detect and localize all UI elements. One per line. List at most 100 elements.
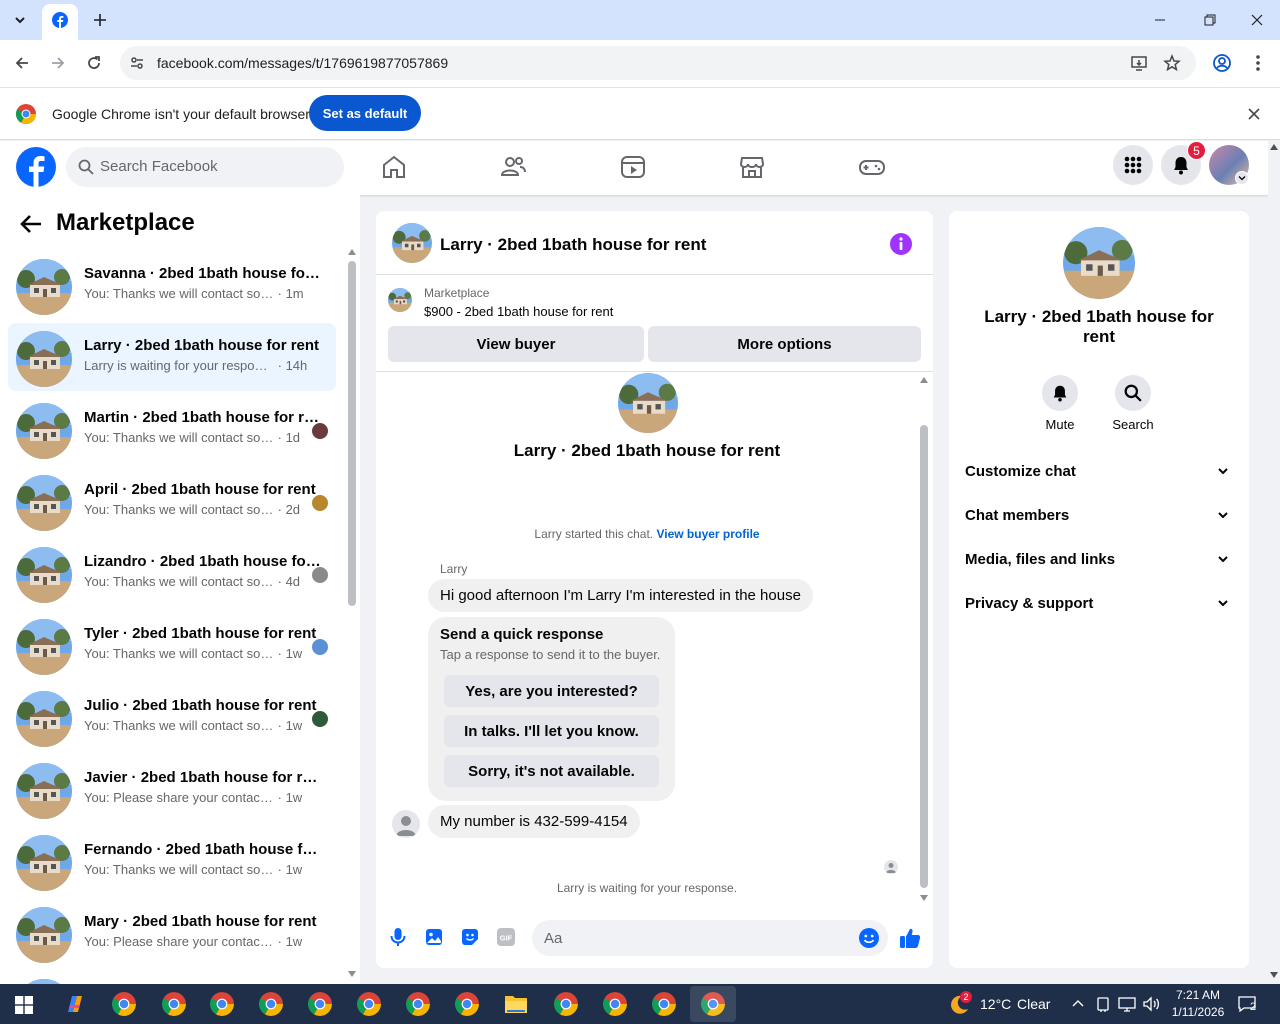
gif-icon[interactable]: GIF [497, 928, 515, 946]
thread-scrollbar[interactable] [918, 373, 930, 908]
url-text[interactable]: facebook.com/messages/t/1769619877057869 [157, 55, 448, 71]
search-in-chat-button[interactable] [1115, 375, 1151, 411]
chat-header-avatar[interactable] [392, 223, 432, 263]
chrome-taskbar-icon[interactable] [210, 992, 234, 1016]
tab-facebook[interactable] [42, 4, 78, 40]
conversation-item[interactable]: April · 2bed 1bath house for rent You: Th… [8, 467, 336, 535]
profile-icon[interactable] [1212, 53, 1232, 73]
account-avatar[interactable] [1209, 145, 1249, 185]
chrome-taskbar-icon[interactable] [603, 992, 627, 1016]
facebook-logo-icon[interactable] [16, 147, 56, 187]
windows-start-icon[interactable] [15, 996, 33, 1014]
scroll-thumb[interactable] [348, 261, 356, 606]
message-input[interactable]: Aa [532, 920, 888, 956]
file-explorer-icon[interactable] [504, 993, 528, 1015]
show-hidden-icons-icon[interactable] [1072, 999, 1084, 1007]
view-buyer-button[interactable]: View buyer [388, 326, 644, 362]
intro-avatar[interactable] [618, 373, 678, 433]
site-settings-icon[interactable] [129, 55, 145, 71]
chrome-taskbar-icon[interactable] [308, 992, 332, 1016]
mute-button[interactable] [1042, 375, 1078, 411]
quick-reply-button[interactable]: Yes, are you interested? [444, 675, 659, 707]
conversation-item[interactable]: Fernando · 2bed 1bath house for rent You:… [8, 827, 336, 895]
clock-time[interactable]: 7:21 AM [1160, 988, 1236, 1002]
chrome-taskbar-icon[interactable] [162, 992, 186, 1016]
conversation-item[interactable]: Martin · 2bed 1bath house for rent You: T… [8, 395, 336, 463]
weather-widget[interactable]: 2 12°C Clear [946, 984, 1056, 1024]
chrome-taskbar-icon[interactable] [652, 992, 676, 1016]
microphone-icon[interactable] [389, 927, 407, 947]
bookmark-star-icon[interactable] [1163, 54, 1181, 72]
gaming-icon[interactable] [858, 153, 886, 181]
conversation-item[interactable]: Savanna · 2bed 1bath house for rent You: … [8, 251, 336, 319]
address-bar[interactable]: facebook.com/messages/t/1769619877057869 [120, 46, 1196, 80]
install-app-icon[interactable] [1130, 54, 1148, 72]
conversation-item[interactable]: Owen · 2bed 1bath house for rent [8, 971, 336, 984]
close-window-button[interactable] [1247, 10, 1267, 30]
sender-avatar[interactable] [392, 810, 420, 838]
info-icon[interactable] [890, 233, 912, 255]
message-bubble[interactable]: My number is 432-599-4154 [428, 805, 640, 838]
listing-thumbnail[interactable] [388, 288, 412, 312]
set-as-default-button[interactable]: Set as default [309, 95, 421, 131]
chrome-taskbar-icon[interactable] [455, 992, 479, 1016]
chrome-taskbar-icon[interactable] [554, 992, 578, 1016]
photo-icon[interactable] [425, 928, 443, 946]
page-scrollbar[interactable] [1268, 141, 1280, 984]
friends-icon[interactable] [499, 153, 527, 181]
chat-members-section[interactable]: Chat members [965, 507, 1235, 531]
contact-avatar[interactable] [1063, 227, 1135, 299]
copilot-icon[interactable] [63, 992, 87, 1016]
privacy-support-section[interactable]: Privacy & support [965, 595, 1235, 619]
chrome-taskbar-icon[interactable] [406, 992, 430, 1016]
like-thumbs-up-icon[interactable] [899, 927, 921, 949]
conversation-item[interactable]: Lizandro · 2bed 1bath house for rent You:… [8, 539, 336, 607]
video-icon[interactable] [619, 153, 647, 181]
conversation-list-scrollbar[interactable] [346, 245, 358, 980]
back-icon[interactable] [14, 55, 30, 71]
scroll-up-arrow-icon[interactable] [920, 377, 928, 383]
emoji-icon[interactable] [859, 928, 879, 948]
more-options-button[interactable]: More options [648, 326, 921, 362]
device-icon[interactable] [1096, 996, 1110, 1012]
conversation-item[interactable]: Mary · 2bed 1bath house for rent You: Ple… [8, 899, 336, 967]
scroll-down-arrow-icon[interactable] [1270, 972, 1278, 978]
conversation-item[interactable]: Larry · 2bed 1bath house for rent Larry i… [8, 323, 336, 391]
scroll-up-arrow-icon[interactable] [1270, 144, 1278, 150]
minimize-button[interactable] [1150, 10, 1170, 30]
chrome-taskbar-icon[interactable] [112, 992, 136, 1016]
customize-chat-section[interactable]: Customize chat [965, 463, 1235, 487]
scroll-thumb[interactable] [920, 425, 928, 888]
home-icon[interactable] [380, 153, 408, 181]
chrome-taskbar-icon[interactable] [357, 992, 381, 1016]
chrome-taskbar-icon[interactable] [259, 992, 283, 1016]
message-bubble[interactable]: Hi good afternoon I'm Larry I'm interest… [428, 579, 813, 612]
tab-list-button[interactable] [8, 8, 32, 32]
scroll-down-arrow-icon[interactable] [920, 895, 928, 901]
conversation-item[interactable]: Tyler · 2bed 1bath house for rent You: Th… [8, 611, 336, 679]
quick-reply-button[interactable]: Sorry, it's not available. [444, 755, 659, 787]
conversation-item[interactable]: Javier · 2bed 1bath house for rent You: P… [8, 755, 336, 823]
network-icon[interactable] [1118, 996, 1136, 1012]
listing-title[interactable]: $900 - 2bed 1bath house for rent [424, 304, 613, 319]
facebook-search-input[interactable]: Search Facebook [66, 147, 344, 187]
new-tab-button[interactable] [88, 8, 112, 32]
menu-button[interactable] [1113, 145, 1153, 185]
clock-date[interactable]: 1/11/2026 [1160, 1005, 1236, 1019]
quick-reply-button[interactable]: In talks. I'll let you know. [444, 715, 659, 747]
marketplace-icon[interactable] [738, 153, 766, 181]
media-files-links-section[interactable]: Media, files and links [965, 551, 1235, 575]
sticker-icon[interactable] [461, 928, 479, 946]
volume-icon[interactable] [1142, 996, 1160, 1012]
back-arrow-icon[interactable] [20, 214, 42, 234]
more-menu-icon[interactable] [1250, 53, 1266, 73]
forward-icon[interactable] [50, 55, 66, 71]
scroll-down-arrow-icon[interactable] [348, 971, 356, 977]
scroll-up-arrow-icon[interactable] [348, 249, 356, 255]
chat-header-title[interactable]: Larry · 2bed 1bath house for rent [440, 235, 706, 255]
conversation-item[interactable]: Julio · 2bed 1bath house for rent You: Th… [8, 683, 336, 751]
close-infobar-icon[interactable] [1247, 107, 1261, 121]
view-buyer-profile-link[interactable]: View buyer profile [656, 527, 759, 541]
reload-icon[interactable] [86, 55, 102, 71]
notifications-button[interactable]: 5 [1161, 141, 1206, 185]
